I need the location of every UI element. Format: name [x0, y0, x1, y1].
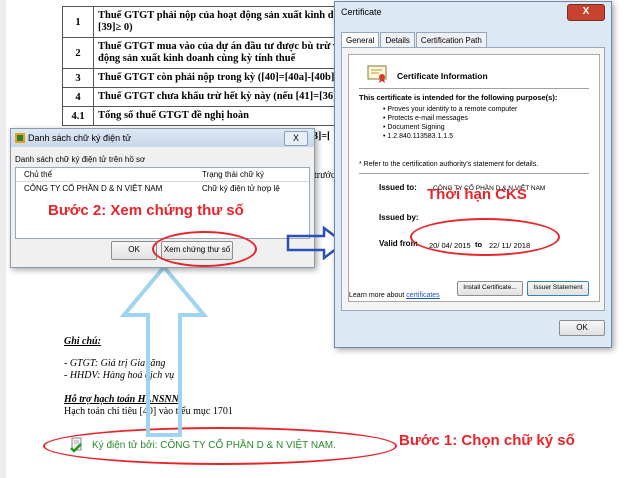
step1-annotation: Bước 1: Chọn chữ ký số	[399, 432, 575, 449]
purpose-item: 1.2.840.113583.1.1.5	[383, 132, 517, 141]
purpose-item: Protects e-mail messages	[383, 114, 517, 123]
table-row: 3 Thuế GTGT còn phải nộp trong kỳ ([40]=[…	[62, 68, 352, 88]
view-button-highlight-ellipse	[152, 231, 257, 267]
issuer-statement-button[interactable]: Issuer Statement	[527, 281, 589, 296]
install-certificate-button[interactable]: Install Certificate...	[457, 281, 523, 296]
signature-subject: CÔNG TY CỔ PHẦN D & N VIỆT NAM	[24, 184, 163, 193]
dialog-title: Danh sách chữ ký điện tử	[28, 133, 132, 143]
row-number: 1	[62, 6, 94, 38]
table-row: 2 Thuế GTGT mua vào của dự án đầu tư được…	[62, 37, 352, 69]
row-text: Thuế GTGT còn phải nộp trong kỳ ([40]=[4…	[93, 68, 352, 88]
signature-status: Chữ ký điện tử hợp lệ	[202, 184, 280, 193]
close-button[interactable]: X	[567, 4, 605, 21]
purpose-item: Document Signing	[383, 123, 517, 132]
ok-button[interactable]: OK	[111, 241, 157, 260]
list-item[interactable]: CÔNG TY CỔ PHẦN D & N VIỆT NAM Chữ ký đi…	[16, 182, 309, 195]
tab-details[interactable]: Details	[380, 32, 415, 48]
list-header: Chủ thể Trạng thái chữ ký	[16, 168, 309, 182]
fragment-text: trước	[314, 170, 336, 181]
certificate-info-title: Certificate Information	[397, 71, 488, 81]
certificate-info-box: Certificate Information This certificate…	[348, 54, 600, 302]
learn-more-prefix: Learn more about	[349, 292, 405, 299]
table-row: 4.1 Tổng số thuế GTGT đề nghị hoàn	[62, 106, 352, 126]
fragment-formula: 3]=[	[313, 131, 331, 142]
purpose-list: Proves your identity to a remote compute…	[383, 105, 517, 141]
app-icon	[15, 133, 25, 143]
page-edge	[0, 0, 6, 478]
row-number: 4.1	[62, 106, 94, 126]
learn-more: Learn more about certificates	[349, 292, 440, 299]
column-header-status[interactable]: Trạng thái chữ ký	[202, 170, 309, 179]
step2-annotation: Bước 2: Xem chứng thư số	[48, 202, 244, 219]
row-number: 2	[62, 37, 94, 69]
up-arrow	[119, 265, 209, 437]
list-caption: Danh sách chữ ký điện tử trên hồ sơ	[15, 155, 146, 164]
issued-by-label: Issued by:	[379, 213, 419, 222]
row-number: 3	[62, 68, 94, 88]
certificate-icon	[367, 65, 387, 83]
refer-note: * Refer to the certification authority's…	[359, 161, 539, 168]
divider	[359, 88, 589, 89]
tax-table: 1 Thuế GTGT phải nộp của hoạt động sản xu…	[62, 6, 352, 126]
validity-highlight-ellipse	[410, 218, 560, 256]
column-header-subject[interactable]: Chủ thể	[16, 170, 202, 179]
issued-to-label: Issued to:	[379, 183, 417, 192]
dialog-title: Certificate	[341, 7, 382, 17]
certificate-dialog: Certificate X General Details Certificat…	[334, 1, 612, 348]
table-row: 4 Thuế GTGT chưa khấu trừ hết kỳ này (nếu…	[62, 87, 352, 107]
row-text: Thuế GTGT phải nộp của hoạt động sản xuấ…	[93, 6, 352, 38]
row-text: Thuế GTGT mua vào của dự án đầu tư được …	[93, 37, 352, 69]
purpose-heading: This certificate is intended for the fol…	[359, 93, 558, 102]
purpose-item: Proves your identity to a remote compute…	[383, 105, 517, 114]
signature-highlight-ellipse	[43, 427, 397, 465]
divider	[359, 173, 589, 174]
close-button[interactable]: X	[284, 131, 308, 146]
general-panel: Certificate Information This certificate…	[341, 47, 605, 311]
certificates-link[interactable]: certificates	[406, 292, 439, 299]
row-text: Tổng số thuế GTGT đề nghị hoàn	[93, 106, 352, 126]
ok-button[interactable]: OK	[559, 320, 605, 336]
table-row: 1 Thuế GTGT phải nộp của hoạt động sản xu…	[62, 6, 352, 38]
tab-certification-path[interactable]: Certification Path	[415, 32, 487, 48]
row-number: 4	[62, 87, 94, 107]
row-text: Thuế GTGT chưa khấu trừ hết kỳ này (nếu …	[93, 87, 352, 107]
cert-term-annotation: Thời hạn CKS	[427, 186, 527, 203]
dialog-titlebar: Danh sách chữ ký điện tử X	[11, 129, 314, 147]
